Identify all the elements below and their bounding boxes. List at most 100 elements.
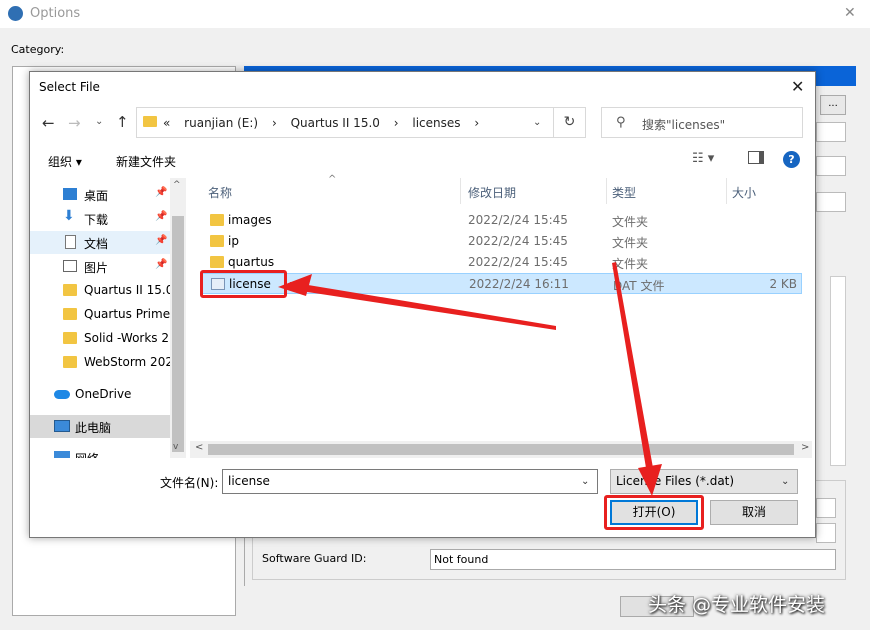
refresh-icon[interactable]: ↻ <box>554 107 586 138</box>
file-date: 2022/2/24 15:45 <box>468 255 568 269</box>
options-scrollbar[interactable] <box>830 276 846 466</box>
nav-item-onedrive[interactable]: OneDrive <box>30 383 170 406</box>
nav-label: Quartus Prime <box>84 307 171 321</box>
pin-icon: 📌 <box>155 187 168 198</box>
nav-item-this-pc[interactable]: 此电脑 <box>30 415 170 438</box>
folder-icon <box>63 308 77 320</box>
folder-icon <box>210 235 224 247</box>
nav-label: 此电脑 <box>75 421 112 435</box>
dialog-title: Select File <box>39 80 100 94</box>
app-icon <box>8 6 23 21</box>
navigation-pane: 桌面 📌 ⬇ 下载 📌 文档 📌 图片 📌 Quartus II 15.0 Qu… <box>30 178 186 458</box>
file-name: images <box>228 213 272 227</box>
file-row-quartus[interactable]: quartus 2022/2/24 15:45 文件夹 <box>200 252 802 273</box>
nav-item-network[interactable]: 网络 <box>30 446 170 458</box>
column-separator[interactable] <box>606 178 607 204</box>
help-icon[interactable]: ? <box>783 151 800 168</box>
folder-icon <box>63 332 77 344</box>
column-date[interactable]: 修改日期 <box>468 184 516 201</box>
nav-label: Solid -Works 2 <box>84 331 169 345</box>
file-row-images[interactable]: images 2022/2/24 15:45 文件夹 <box>200 210 802 231</box>
horizontal-scrollbar-thumb[interactable] <box>208 444 794 455</box>
address-bar[interactable]: « ruanjian (E:) › Quartus II 15.0 › lice… <box>136 107 554 138</box>
cancel-button[interactable]: 取消 <box>710 500 798 525</box>
search-placeholder: 搜索"licenses" <box>642 118 726 132</box>
history-chevron-icon[interactable]: ⌄ <box>95 116 103 127</box>
folder-icon <box>210 256 224 268</box>
options-titlebar <box>0 0 870 28</box>
category-label: Category: <box>11 43 65 56</box>
filename-input[interactable]: license ⌄ <box>222 469 598 494</box>
nav-item-pictures[interactable]: 图片 📌 <box>30 255 170 278</box>
folder-icon <box>143 116 157 127</box>
chevron-down-icon[interactable]: ⌄ <box>781 476 789 487</box>
nav-item-webstorm[interactable]: WebStorm 202 <box>30 351 173 374</box>
nav-item-documents[interactable]: 文档 📌 <box>30 231 170 254</box>
new-folder-button[interactable]: 新建文件夹 <box>116 153 176 170</box>
up-arrow-icon[interactable]: ↑ <box>116 113 129 131</box>
options-field[interactable] <box>816 192 846 212</box>
address-dropdown-icon[interactable]: ⌄ <box>533 117 541 128</box>
chevron-down-icon[interactable]: ⌄ <box>581 476 589 487</box>
nav-scrollbar-thumb[interactable] <box>172 216 184 452</box>
options-close-icon[interactable]: ✕ <box>844 5 856 21</box>
download-icon: ⬇ <box>63 208 75 224</box>
breadcrumb-separator[interactable]: › <box>272 116 277 130</box>
column-separator[interactable] <box>726 178 727 204</box>
forward-arrow-icon[interactable]: → <box>68 114 81 132</box>
breadcrumb-separator[interactable]: › <box>474 116 479 130</box>
file-row-ip[interactable]: ip 2022/2/24 15:45 文件夹 <box>200 231 802 252</box>
file-list-header: ^ 名称 修改日期 类型 大小 <box>198 174 808 204</box>
options-field[interactable] <box>816 523 836 543</box>
cloud-icon <box>54 390 70 399</box>
options-field[interactable] <box>816 156 846 176</box>
file-type: 文件夹 <box>612 257 649 271</box>
breadcrumb[interactable]: « ruanjian (E:) › Quartus II 15.0 › lice… <box>163 116 489 130</box>
column-separator[interactable] <box>460 178 461 204</box>
options-field[interactable] <box>816 498 836 518</box>
close-icon[interactable]: ✕ <box>791 77 804 96</box>
browse-button[interactable]: ... <box>820 95 846 115</box>
nav-label: 网络 <box>75 450 99 458</box>
scroll-up-icon[interactable]: ^ <box>173 180 181 190</box>
breadcrumb-separator[interactable]: › <box>394 116 399 130</box>
file-date: 2022/2/24 15:45 <box>468 234 568 248</box>
pin-icon: 📌 <box>155 211 168 222</box>
file-date: 2022/2/24 15:45 <box>468 213 568 227</box>
search-box[interactable]: ⚲ 搜索"licenses" <box>601 107 803 138</box>
nav-item-desktop[interactable]: 桌面 📌 <box>30 183 170 206</box>
options-title: Options <box>30 6 81 21</box>
breadcrumb-drive[interactable]: ruanjian (E:) <box>184 116 258 130</box>
file-row-license[interactable]: license 2022/2/24 16:11 DAT 文件 2 KB <box>200 273 802 294</box>
breadcrumb-licenses[interactable]: licenses <box>412 116 460 130</box>
column-type[interactable]: 类型 <box>612 184 636 201</box>
column-size[interactable]: 大小 <box>732 184 756 201</box>
guard-id-field: Not found <box>430 549 836 570</box>
options-field[interactable] <box>816 122 846 142</box>
nav-scrollbar[interactable]: ^ v <box>170 178 186 458</box>
nav-label: OneDrive <box>75 387 132 401</box>
open-button-highlight-box <box>604 495 704 530</box>
breadcrumb-overflow[interactable]: « <box>163 116 170 130</box>
organize-menu[interactable]: 组织 ▾ <box>48 153 82 170</box>
nav-label: 图片 <box>84 261 109 275</box>
filename-value: license <box>228 474 270 488</box>
view-options-icon[interactable]: ☷ ▾ <box>692 151 714 166</box>
column-name[interactable]: 名称 <box>208 184 232 201</box>
file-size: 2 KB <box>769 277 797 291</box>
scroll-down-icon[interactable]: v <box>173 442 178 452</box>
nav-item-downloads[interactable]: ⬇ 下载 📌 <box>30 207 170 230</box>
back-arrow-icon[interactable]: ← <box>42 114 55 132</box>
horizontal-scrollbar[interactable]: < > <box>190 441 812 458</box>
nav-item-quartus-prime[interactable]: Quartus Prime <box>30 303 170 326</box>
nav-item-solidworks[interactable]: Solid -Works 2 <box>30 327 170 350</box>
file-type: DAT 文件 <box>613 279 665 293</box>
preview-pane-icon[interactable] <box>748 151 764 164</box>
scroll-left-icon[interactable]: < <box>195 442 203 453</box>
nav-item-quartus[interactable]: Quartus II 15.0 <box>30 279 173 302</box>
guard-id-label: Software Guard ID: <box>262 552 367 565</box>
filetype-select[interactable]: License Files (*.dat) ⌄ <box>610 469 798 494</box>
breadcrumb-quartus[interactable]: Quartus II 15.0 <box>291 116 380 130</box>
document-icon <box>65 235 76 249</box>
scroll-right-icon[interactable]: > <box>801 442 809 453</box>
